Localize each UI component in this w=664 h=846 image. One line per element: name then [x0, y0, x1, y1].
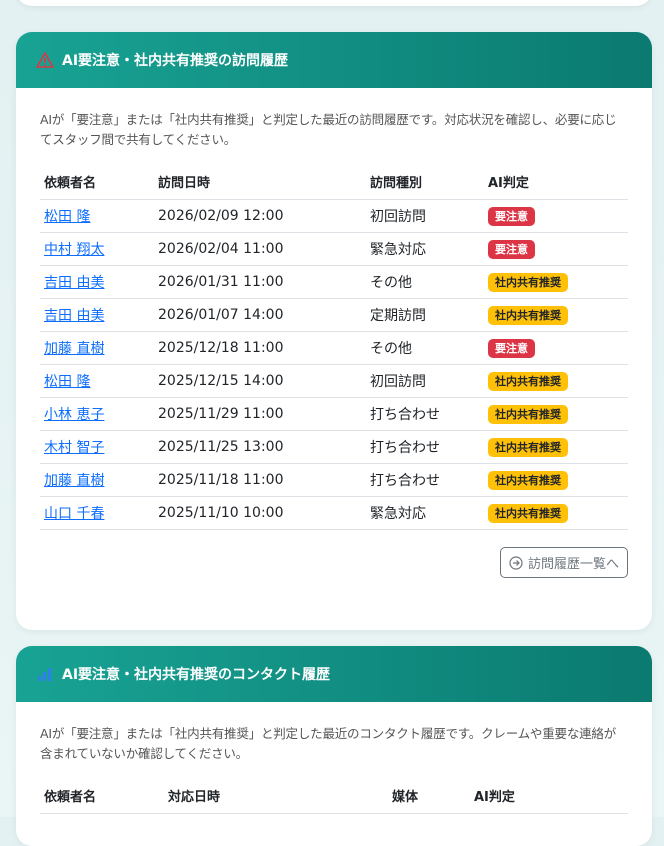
visit-card-header: AI要注意・社内共有推奨の訪問履歴 [16, 32, 652, 88]
cell-datetime: 2025/11/29 11:00 [154, 397, 366, 431]
cell-name: 木村 智子 [40, 430, 154, 464]
cell-visit-type: 打ち合わせ [366, 430, 484, 464]
cell-visit-type: 緊急対応 [366, 232, 484, 266]
contact-history-table: 依頼者名 対応日時 媒体 AI判定 [40, 778, 628, 814]
cell-name: 加藤 直樹 [40, 331, 154, 365]
requester-name-link[interactable]: 松田 隆 [44, 209, 90, 225]
visit-history-list-button[interactable]: 訪問履歴一覧へ [499, 547, 628, 578]
cell-datetime: 2026/01/31 11:00 [154, 265, 366, 299]
cell-visit-type: 打ち合わせ [366, 397, 484, 431]
requester-name-link[interactable]: 吉田 由美 [44, 275, 104, 291]
cell-datetime: 2026/01/07 14:00 [154, 298, 366, 332]
table-header-row: 依頼者名 対応日時 媒体 AI判定 [40, 778, 628, 814]
cell-visit-type: 初回訪問 [366, 364, 484, 398]
cell-name: 山口 千春 [40, 496, 154, 530]
cell-ai-judgement: 要注意 [484, 232, 628, 266]
requester-name-link[interactable]: 加藤 直樹 [44, 341, 104, 357]
contact-card-description: AIが「要注意」または「社内共有推奨」と判定した最近のコンタクト履歴です。クレー… [40, 726, 617, 761]
contact-card-title: AI要注意・社内共有推奨のコンタクト履歴 [62, 667, 331, 683]
ai-judgement-badge: 社内共有推奨 [488, 371, 568, 391]
cell-visit-type: 初回訪問 [366, 199, 484, 233]
ai-judgement-badge: 社内共有推奨 [488, 503, 568, 523]
previous-card-bottom [16, 0, 652, 6]
cell-name: 松田 隆 [40, 199, 154, 233]
visit-card-description: AIが「要注意」または「社内共有推奨」と判定した最近の訪問履歴です。対応状況を確… [40, 112, 617, 147]
ai-judgement-badge: 社内共有推奨 [488, 305, 568, 325]
table-row: 加藤 直樹 2025/12/18 11:00 その他 要注意 [40, 331, 628, 365]
visit-card-body: AIが「要注意」または「社内共有推奨」と判定した最近の訪問履歴です。対応状況を確… [16, 88, 652, 578]
cell-visit-type: その他 [366, 265, 484, 299]
visit-history-table: 依頼者名 訪問日時 訪問種別 AI判定 松田 隆 2026/02/09 12:00… [40, 164, 628, 530]
column-header-name: 依頼者名 [40, 778, 164, 814]
signal-bars-icon [36, 665, 54, 683]
requester-name-link[interactable]: 松田 隆 [44, 374, 90, 390]
cell-datetime: 2025/11/10 10:00 [154, 496, 366, 530]
table-row: 松田 隆 2026/02/09 12:00 初回訪問 要注意 [40, 199, 628, 233]
cell-ai-judgement: 社内共有推奨 [484, 397, 628, 431]
cell-name: 吉田 由美 [40, 265, 154, 299]
contact-card-header: AI要注意・社内共有推奨のコンタクト履歴 [16, 646, 652, 702]
cell-name: 小林 恵子 [40, 397, 154, 431]
visit-card-title: AI要注意・社内共有推奨の訪問履歴 [62, 53, 289, 69]
table-header-row: 依頼者名 訪問日時 訪問種別 AI判定 [40, 164, 628, 200]
ai-judgement-badge: 社内共有推奨 [488, 437, 568, 457]
ai-judgement-badge: 社内共有推奨 [488, 272, 568, 292]
column-header-name: 依頼者名 [40, 164, 154, 200]
cell-visit-type: その他 [366, 331, 484, 365]
ai-judgement-badge: 要注意 [488, 206, 535, 226]
column-header-type: 訪問種別 [366, 164, 484, 200]
table-row: 松田 隆 2025/12/15 14:00 初回訪問 社内共有推奨 [40, 364, 628, 398]
table-row: 中村 翔太 2026/02/04 11:00 緊急対応 要注意 [40, 232, 628, 266]
cell-ai-judgement: 社内共有推奨 [484, 364, 628, 398]
more-button-wrap: 訪問履歴一覧へ [40, 530, 628, 578]
cell-ai-judgement: 要注意 [484, 331, 628, 365]
cell-datetime: 2025/12/18 11:00 [154, 331, 366, 365]
cell-visit-type: 定期訪問 [366, 298, 484, 332]
cell-datetime: 2026/02/09 12:00 [154, 199, 366, 233]
requester-name-link[interactable]: 加藤 直樹 [44, 473, 104, 489]
requester-name-link[interactable]: 木村 智子 [44, 440, 104, 456]
requester-name-link[interactable]: 小林 恵子 [44, 407, 104, 423]
contact-card-body: AIが「要注意」または「社内共有推奨」と判定した最近のコンタクト履歴です。クレー… [16, 702, 652, 814]
cell-visit-type: 打ち合わせ [366, 463, 484, 497]
ai-judgement-badge: 要注意 [488, 338, 535, 358]
column-header-media: 媒体 [388, 778, 470, 814]
requester-name-link[interactable]: 中村 翔太 [44, 242, 104, 258]
cell-ai-judgement: 要注意 [484, 199, 628, 233]
ai-judgement-badge: 社内共有推奨 [488, 470, 568, 490]
cell-name: 加藤 直樹 [40, 463, 154, 497]
warning-triangle-icon [36, 51, 54, 69]
visit-history-list-label: 訪問履歴一覧へ [527, 557, 619, 572]
cell-datetime: 2025/11/25 13:00 [154, 430, 366, 464]
table-row: 加藤 直樹 2025/11/18 11:00 打ち合わせ 社内共有推奨 [40, 463, 628, 497]
ai-judgement-badge: 要注意 [488, 239, 535, 259]
cell-datetime: 2025/12/15 14:00 [154, 364, 366, 398]
cell-datetime: 2025/11/18 11:00 [154, 463, 366, 497]
column-header-ai: AI判定 [470, 778, 628, 814]
visit-history-card: AI要注意・社内共有推奨の訪問履歴 AIが「要注意」または「社内共有推奨」と判定… [16, 32, 652, 630]
arrow-circle-right-icon [509, 555, 523, 570]
cell-ai-judgement: 社内共有推奨 [484, 430, 628, 464]
column-header-datetime: 対応日時 [164, 778, 388, 814]
cell-ai-judgement: 社内共有推奨 [484, 463, 628, 497]
requester-name-link[interactable]: 山口 千春 [44, 506, 104, 522]
cell-datetime: 2026/02/04 11:00 [154, 232, 366, 266]
requester-name-link[interactable]: 吉田 由美 [44, 308, 104, 324]
cell-name: 吉田 由美 [40, 298, 154, 332]
column-header-datetime: 訪問日時 [154, 164, 366, 200]
table-row: 小林 恵子 2025/11/29 11:00 打ち合わせ 社内共有推奨 [40, 397, 628, 431]
table-row: 木村 智子 2025/11/25 13:00 打ち合わせ 社内共有推奨 [40, 430, 628, 464]
cell-name: 中村 翔太 [40, 232, 154, 266]
cell-ai-judgement: 社内共有推奨 [484, 265, 628, 299]
contact-history-card: AI要注意・社内共有推奨のコンタクト履歴 AIが「要注意」または「社内共有推奨」… [16, 646, 652, 846]
cell-visit-type: 緊急対応 [366, 496, 484, 530]
table-row: 吉田 由美 2026/01/31 11:00 その他 社内共有推奨 [40, 265, 628, 299]
table-row: 山口 千春 2025/11/10 10:00 緊急対応 社内共有推奨 [40, 496, 628, 530]
ai-judgement-badge: 社内共有推奨 [488, 404, 568, 424]
cell-ai-judgement: 社内共有推奨 [484, 298, 628, 332]
cell-ai-judgement: 社内共有推奨 [484, 496, 628, 530]
cell-name: 松田 隆 [40, 364, 154, 398]
table-row: 吉田 由美 2026/01/07 14:00 定期訪問 社内共有推奨 [40, 298, 628, 332]
column-header-ai: AI判定 [484, 164, 628, 200]
